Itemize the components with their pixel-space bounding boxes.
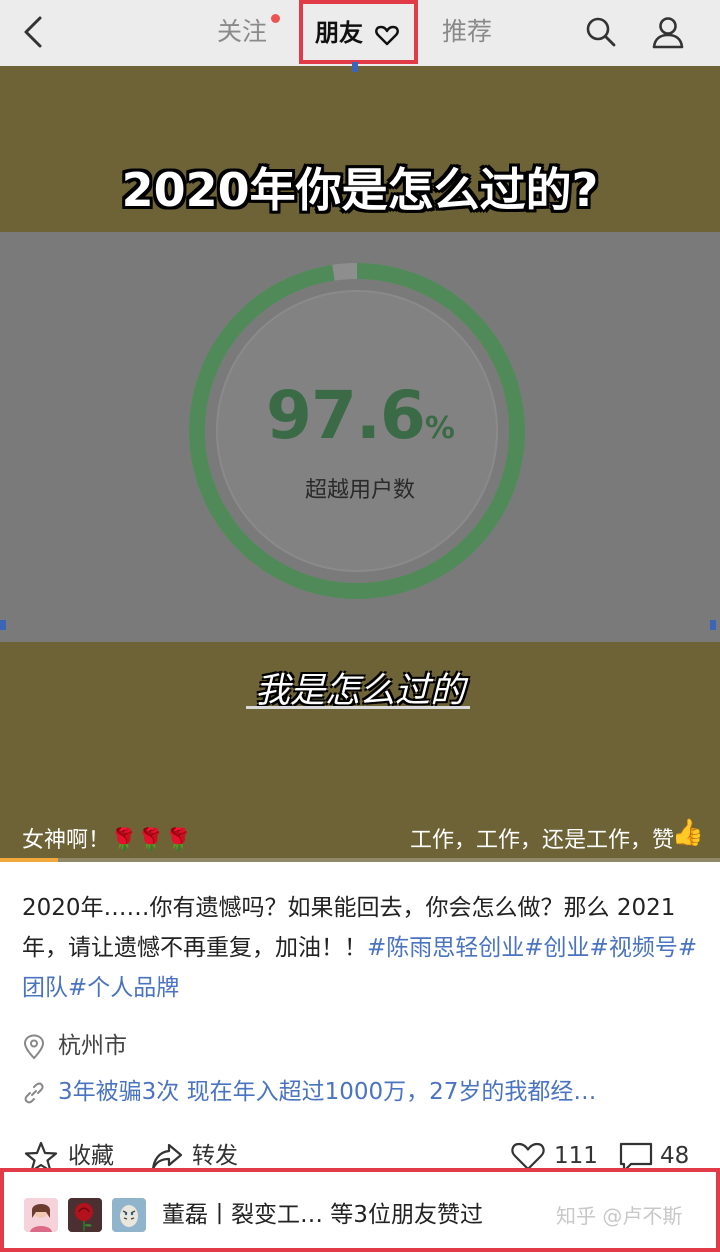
comment-count: 48 (660, 1143, 690, 1169)
link-icon (24, 1082, 44, 1104)
favorite-label: 收藏 (68, 1143, 114, 1169)
avatar-tiger-image (112, 1198, 146, 1232)
liked-by-text[interactable]: 董磊丨裂变工… 等3位朋友赞过 (162, 1196, 483, 1234)
video-player[interactable]: 2020年你是怎么过的? 97.6% 超越用户数 我是怎么过的 女神啊！🌹🌹🌹 … (0, 66, 720, 862)
video-title: 2020年你是怎么过的? (121, 163, 599, 217)
chevron-left-icon (24, 16, 42, 48)
tab-friends-inner: 朋友 (315, 16, 399, 50)
back-button[interactable] (16, 12, 52, 52)
friends-liked-strip[interactable]: 董磊丨裂变工… 等3位朋友赞过 知乎 @卢不斯 (0, 1168, 720, 1252)
tab-follow-label: 关注 (217, 17, 268, 46)
avatar-rose-image (68, 1198, 102, 1232)
selection-handle (352, 62, 358, 72)
tab-friends[interactable]: 朋友 (299, 0, 418, 64)
user-icon (652, 17, 684, 49)
avatar[interactable] (68, 1198, 102, 1232)
video-progress-track[interactable] (0, 858, 720, 862)
search-icon (586, 17, 616, 47)
video-gauge-panel: 97.6% 超越用户数 (0, 232, 720, 642)
avatar-portrait-image (24, 1198, 58, 1232)
tab-follow[interactable]: 关注 (217, 14, 281, 50)
like-count: 111 (554, 1143, 598, 1169)
avatar[interactable] (112, 1198, 146, 1232)
notification-dot (271, 14, 281, 23)
avatar[interactable] (24, 1198, 58, 1232)
tab-friends-label: 朋友 (315, 19, 363, 47)
share-label: 转发 (192, 1143, 238, 1169)
gauge-label: 超越用户数 (304, 478, 415, 503)
tab-recommend[interactable]: 推荐 (442, 14, 492, 50)
post-description: 2020年……你有遗憾吗？如果能回去，你会怎么做？那么 2021年，请让遗憾不再… (22, 888, 702, 1008)
subtitle-underline (246, 706, 470, 709)
video-progress-fill (0, 858, 58, 862)
location-pin-icon (23, 1034, 45, 1060)
selection-handle (710, 620, 716, 630)
tab-recommend-label: 推荐 (442, 17, 493, 46)
heart-icon (375, 25, 399, 46)
danmaku-comment-left: 女神啊！🌹🌹🌹 (22, 828, 193, 853)
selection-handle (0, 620, 6, 630)
danmaku-comment-right: 工作，工作，还是工作，赞 (409, 828, 674, 853)
profile-button[interactable] (650, 14, 686, 50)
location-label: 杭州市 (58, 1033, 127, 1059)
gauge-value: 97.6% (0, 377, 720, 454)
top-navigation-bar: 关注 朋友 推荐 (0, 0, 720, 66)
article-link-text: 3年被骗3次 现在年入超过1000万，27岁的我都经… (58, 1079, 597, 1105)
location-row[interactable]: 杭州市 (22, 1026, 127, 1066)
watermark: 知乎 @卢不斯 (556, 1204, 683, 1228)
gauge-number: 97.6 (266, 377, 426, 454)
search-button[interactable] (583, 14, 619, 50)
article-link[interactable]: 3年被骗3次 现在年入超过1000万，27岁的我都经… (22, 1072, 702, 1112)
gauge-unit: % (424, 411, 455, 446)
thumbs-up-icon: 👍 (671, 818, 704, 848)
